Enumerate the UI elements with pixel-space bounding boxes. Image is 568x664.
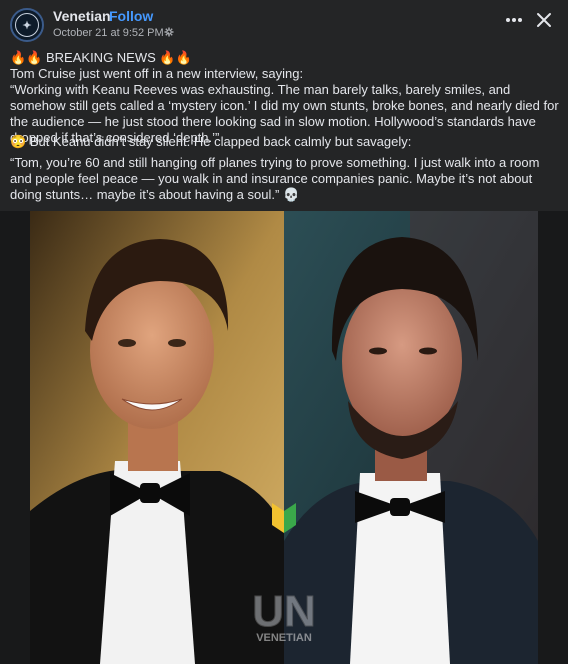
image-margin-right (538, 211, 568, 664)
headline-text: BREAKING NEWS (46, 50, 156, 65)
post-photo: UN VENETIAN (30, 211, 538, 664)
headline-line: 🔥🔥 BREAKING NEWS 🔥🔥 (10, 50, 560, 66)
page-avatar[interactable]: ✦ (10, 8, 44, 42)
skull-icon: 💀 (282, 187, 300, 202)
more-horizontal-icon[interactable] (503, 9, 525, 31)
keanu-quote-line: “Tom, you’re 60 and still hanging off pl… (10, 155, 560, 203)
intro-text: Tom Cruise just went off in a new interv… (10, 66, 304, 81)
keanu-intro-text: But Keanu didn’t stay silent. He clapped… (29, 134, 412, 149)
fire-icon: 🔥🔥 (10, 50, 43, 65)
keanu-intro-line: 😳 But Keanu didn’t stay silent. He clapp… (10, 134, 560, 150)
gear-icon (164, 27, 174, 40)
follow-button[interactable]: Follow (109, 8, 153, 24)
close-icon[interactable] (533, 9, 555, 31)
post-timestamp[interactable]: October 21 at 9:52 PM · (53, 27, 170, 39)
post-image[interactable]: UN VENETIAN (30, 211, 538, 664)
avatar-logo-icon: ✦ (15, 13, 39, 37)
flushed-face-icon: 😳 (10, 134, 27, 149)
separator-dot: · (102, 8, 107, 24)
fire-icon: 🔥🔥 (159, 50, 192, 65)
watermark-name: VENETIAN (256, 632, 312, 644)
image-margin-left (0, 211, 30, 664)
watermark-letters: UN (252, 587, 316, 636)
keanu-quote: “Tom, you’re 60 and still hanging off pl… (10, 155, 540, 202)
post-header: ✦ Venetian · Follow October 21 at 9:52 P… (0, 0, 568, 46)
venetian-watermark-logo: UN VENETIAN (252, 587, 317, 645)
